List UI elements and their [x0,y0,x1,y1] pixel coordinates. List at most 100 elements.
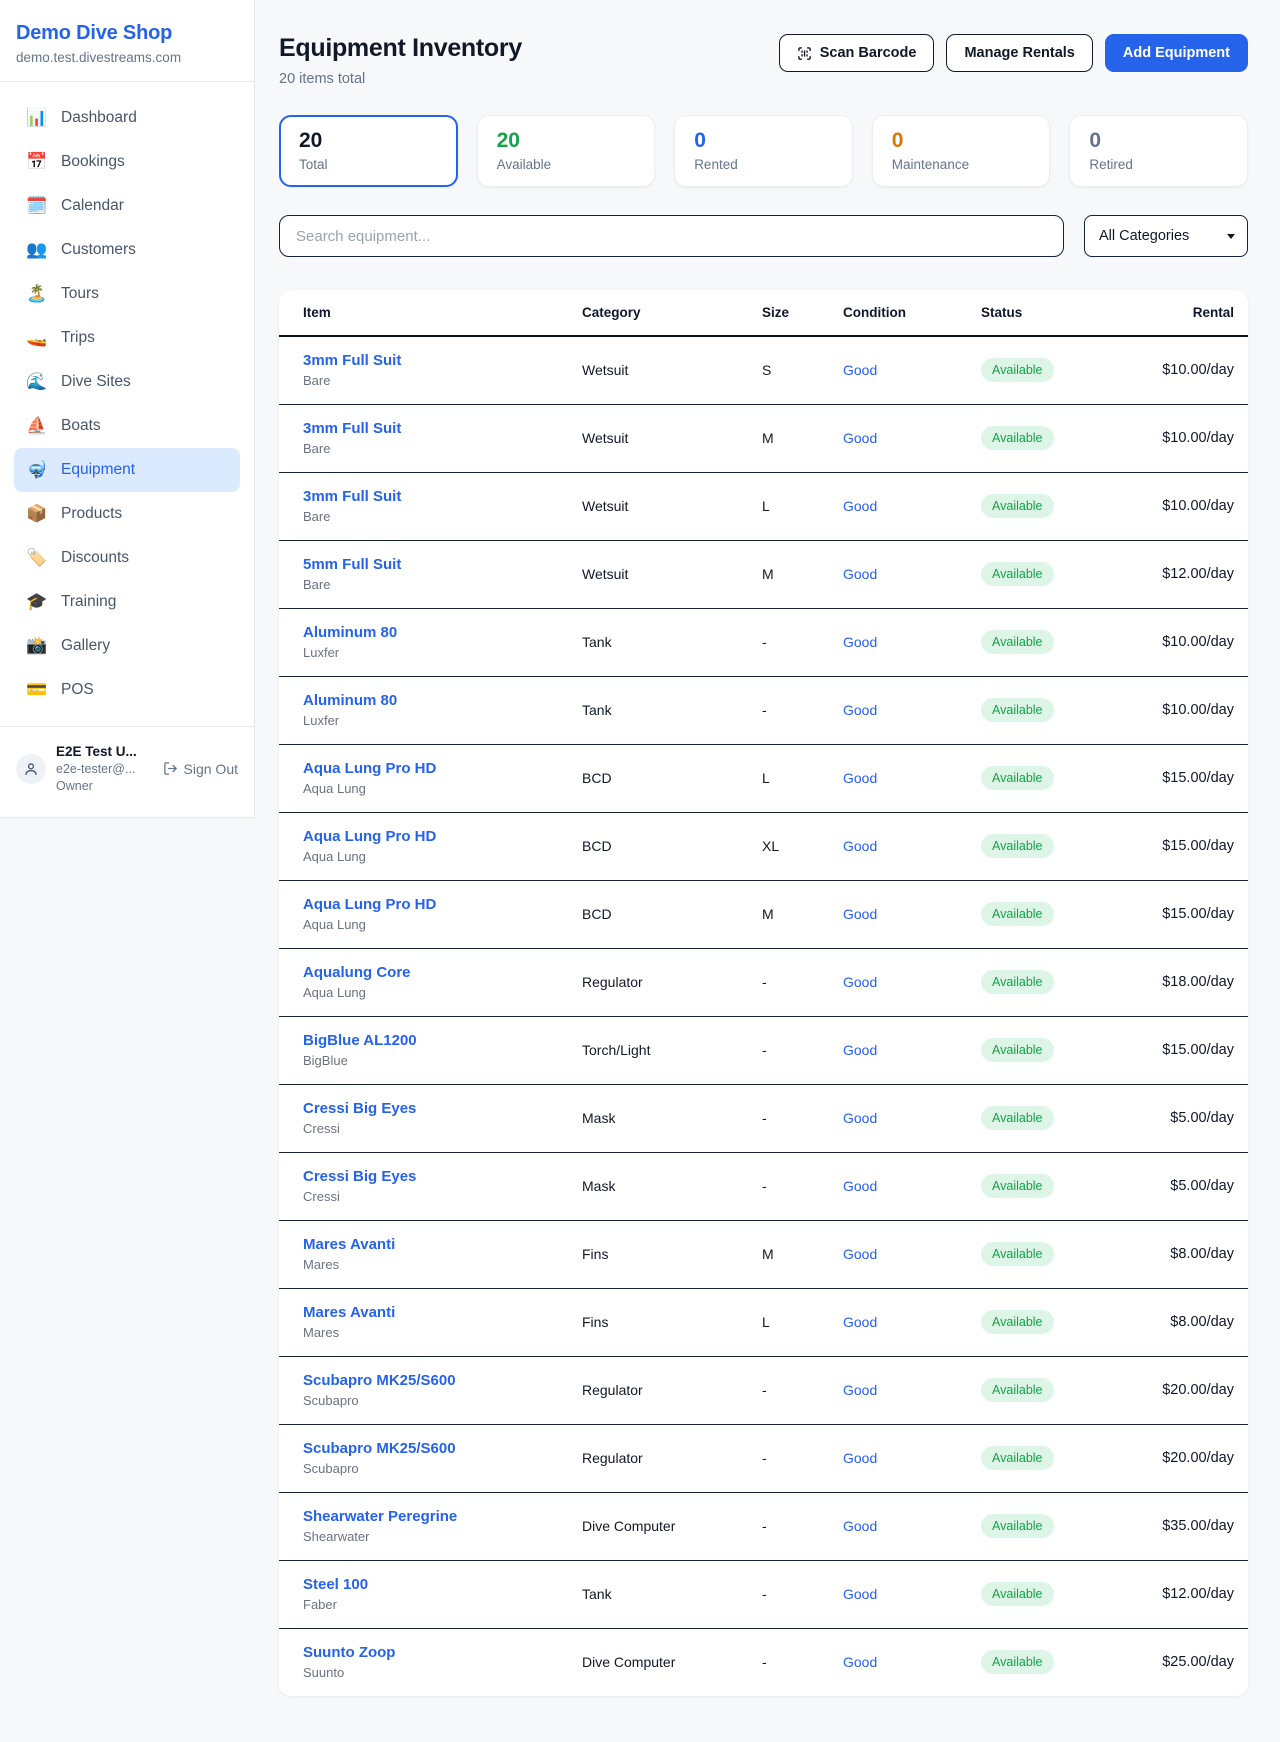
condition-link[interactable]: Good [843,1110,877,1126]
item-cell: Mares Avanti Mares [279,1288,582,1356]
item-name-link[interactable]: Aqualung Core [303,964,582,981]
item-name-link[interactable]: Aluminum 80 [303,692,582,709]
table-row[interactable]: Aluminum 80 Luxfer Tank - Good Available… [279,608,1248,676]
sidebar-item-products[interactable]: 📦 Products [14,492,240,536]
item-name-link[interactable]: BigBlue AL1200 [303,1032,582,1049]
condition-link[interactable]: Good [843,770,877,786]
table-row[interactable]: Shearwater Peregrine Shearwater Dive Com… [279,1492,1248,1560]
condition-link[interactable]: Good [843,906,877,922]
table-row[interactable]: Aqua Lung Pro HD Aqua Lung BCD M Good Av… [279,880,1248,948]
size-cell: - [762,1560,843,1628]
table-row[interactable]: Cressi Big Eyes Cressi Mask - Good Avail… [279,1084,1248,1152]
item-name-link[interactable]: Mares Avanti [303,1236,582,1253]
item-name-link[interactable]: 3mm Full Suit [303,420,582,437]
condition-link[interactable]: Good [843,430,877,446]
sidebar-item-bookings[interactable]: 📅 Bookings [14,140,240,184]
table-row[interactable]: Aqua Lung Pro HD Aqua Lung BCD L Good Av… [279,744,1248,812]
item-name-link[interactable]: 5mm Full Suit [303,556,582,573]
item-name-link[interactable]: Aqua Lung Pro HD [303,896,582,913]
shop-name[interactable]: Demo Dive Shop [16,22,238,45]
status-badge: Available [981,698,1054,722]
sidebar-item-equipment[interactable]: 🤿 Equipment [14,448,240,492]
table-row[interactable]: Mares Avanti Mares Fins L Good Available… [279,1288,1248,1356]
table-row[interactable]: Scubapro MK25/S600 Scubapro Regulator - … [279,1356,1248,1424]
condition-link[interactable]: Good [843,498,877,514]
condition-link[interactable]: Good [843,1518,877,1534]
table-row[interactable]: BigBlue AL1200 BigBlue Torch/Light - Goo… [279,1016,1248,1084]
condition-link[interactable]: Good [843,1314,877,1330]
condition-link[interactable]: Good [843,566,877,582]
add-equipment-button[interactable]: Add Equipment [1105,34,1248,72]
stat-card-retired[interactable]: 0 Retired [1069,115,1248,187]
manage-rentals-button[interactable]: Manage Rentals [946,34,1092,72]
table-row[interactable]: 3mm Full Suit Bare Wetsuit S Good Availa… [279,336,1248,404]
item-name-link[interactable]: Scubapro MK25/S600 [303,1372,582,1389]
stat-card-rented[interactable]: 0 Rented [674,115,853,187]
column-header-condition[interactable]: Condition [843,290,981,336]
table-row[interactable]: Aluminum 80 Luxfer Tank - Good Available… [279,676,1248,744]
sidebar-item-dive-sites[interactable]: 🌊 Dive Sites [14,360,240,404]
table-row[interactable]: 3mm Full Suit Bare Wetsuit L Good Availa… [279,472,1248,540]
item-name-link[interactable]: Aqua Lung Pro HD [303,828,582,845]
item-name-link[interactable]: Suunto Zoop [303,1644,582,1661]
item-name-link[interactable]: 3mm Full Suit [303,352,582,369]
stat-card-total[interactable]: 20 Total [279,115,458,187]
sidebar-item-training[interactable]: 🎓 Training [14,580,240,624]
category-cell: Tank [582,1560,762,1628]
table-row[interactable]: Scubapro MK25/S600 Scubapro Regulator - … [279,1424,1248,1492]
sidebar-item-calendar[interactable]: 🗓️ Calendar [14,184,240,228]
sidebar-item-pos[interactable]: 💳 POS [14,668,240,712]
table-row[interactable]: Cressi Big Eyes Cressi Mask - Good Avail… [279,1152,1248,1220]
sidebar-item-discounts[interactable]: 🏷️ Discounts [14,536,240,580]
sidebar-item-boats[interactable]: ⛵ Boats [14,404,240,448]
condition-link[interactable]: Good [843,974,877,990]
condition-link[interactable]: Good [843,1246,877,1262]
sidebar-item-customers[interactable]: 👥 Customers [14,228,240,272]
item-name-link[interactable]: Aqua Lung Pro HD [303,760,582,777]
condition-link[interactable]: Good [843,362,877,378]
condition-link[interactable]: Good [843,1654,877,1670]
table-row[interactable]: Suunto Zoop Suunto Dive Computer - Good … [279,1628,1248,1696]
status-cell: Available [981,608,1153,676]
table-row[interactable]: 5mm Full Suit Bare Wetsuit M Good Availa… [279,540,1248,608]
item-name-link[interactable]: Cressi Big Eyes [303,1168,582,1185]
search-input[interactable] [279,215,1064,257]
table-row[interactable]: Aqua Lung Pro HD Aqua Lung BCD XL Good A… [279,812,1248,880]
condition-link[interactable]: Good [843,1450,877,1466]
category-select[interactable]: All Categories [1084,215,1248,257]
condition-link[interactable]: Good [843,838,877,854]
item-name-link[interactable]: Shearwater Peregrine [303,1508,582,1525]
column-header-rental[interactable]: Rental [1153,290,1248,336]
sidebar-item-tours[interactable]: 🏝️ Tours [14,272,240,316]
condition-link[interactable]: Good [843,1586,877,1602]
table-row[interactable]: 3mm Full Suit Bare Wetsuit M Good Availa… [279,404,1248,472]
sidebar-item-trips[interactable]: 🚤 Trips [14,316,240,360]
size-cell: M [762,540,843,608]
sidebar-item-gallery[interactable]: 📸 Gallery [14,624,240,668]
condition-link[interactable]: Good [843,1178,877,1194]
stat-cards: 20 Total 20 Available 0 Rented 0 Mainten… [279,115,1248,187]
condition-link[interactable]: Good [843,702,877,718]
column-header-item[interactable]: Item [279,290,582,336]
stat-card-available[interactable]: 20 Available [477,115,656,187]
sidebar-item-dashboard[interactable]: 📊 Dashboard [14,96,240,140]
item-name-link[interactable]: Mares Avanti [303,1304,582,1321]
condition-link[interactable]: Good [843,1382,877,1398]
table-row[interactable]: Steel 100 Faber Tank - Good Available $1… [279,1560,1248,1628]
column-header-category[interactable]: Category [582,290,762,336]
stat-card-maintenance[interactable]: 0 Maintenance [872,115,1051,187]
table-row[interactable]: Aqualung Core Aqua Lung Regulator - Good… [279,948,1248,1016]
item-name-link[interactable]: 3mm Full Suit [303,488,582,505]
sign-out-label: Sign Out [184,761,238,777]
condition-link[interactable]: Good [843,634,877,650]
column-header-size[interactable]: Size [762,290,843,336]
condition-link[interactable]: Good [843,1042,877,1058]
item-name-link[interactable]: Cressi Big Eyes [303,1100,582,1117]
table-row[interactable]: Mares Avanti Mares Fins M Good Available… [279,1220,1248,1288]
sign-out-button[interactable]: Sign Out [163,761,238,777]
column-header-status[interactable]: Status [981,290,1153,336]
item-name-link[interactable]: Aluminum 80 [303,624,582,641]
scan-barcode-button[interactable]: Scan Barcode [779,34,935,72]
item-name-link[interactable]: Scubapro MK25/S600 [303,1440,582,1457]
item-name-link[interactable]: Steel 100 [303,1576,582,1593]
